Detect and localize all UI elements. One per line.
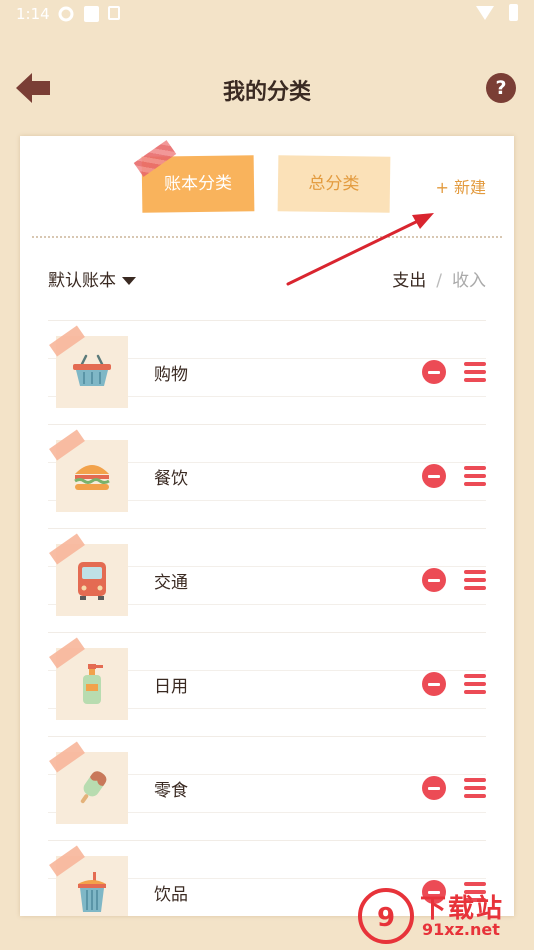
delete-category-button[interactable] <box>422 672 446 696</box>
status-bar: 1:14 <box>0 0 534 30</box>
toggle-separator: / <box>436 271 442 291</box>
watermark-domain: 91xz.net <box>422 920 500 939</box>
delete-category-button[interactable] <box>422 568 446 592</box>
bus-icon <box>78 562 106 600</box>
list-item: 日用 <box>48 632 486 736</box>
category-card: 账本分类 总分类 + 新建 默认账本 支出 / 收入 购物 餐饮 交通 日用 零… <box>20 136 514 916</box>
category-name: 日用 <box>154 677 188 697</box>
category-name: 购物 <box>154 365 188 385</box>
popsicle-icon <box>80 771 107 804</box>
drag-handle-icon[interactable] <box>464 570 486 590</box>
battery-icon <box>509 4 518 21</box>
burger-icon <box>74 465 110 490</box>
divider <box>32 236 502 238</box>
type-toggle: 支出 / 收入 <box>392 266 486 291</box>
list-item: 餐饮 <box>48 424 486 528</box>
svg-text:9: 9 <box>377 903 395 933</box>
drag-handle-icon[interactable] <box>464 778 486 798</box>
drag-handle-icon[interactable] <box>464 674 486 694</box>
category-name: 零食 <box>154 781 188 801</box>
tab-all-categories[interactable]: 总分类 <box>277 155 391 213</box>
category-name: 交通 <box>154 573 188 593</box>
list-item: 购物 <box>48 320 486 424</box>
caret-down-icon <box>122 277 136 285</box>
watermark-logo-icon: 9 <box>358 888 414 944</box>
delete-category-button[interactable] <box>422 464 446 488</box>
soap-bottle-icon <box>83 664 103 704</box>
app-status-icon <box>108 6 120 20</box>
drag-handle-icon[interactable] <box>464 466 486 486</box>
expense-toggle[interactable]: 支出 <box>392 271 426 291</box>
new-category-button[interactable]: + 新建 <box>436 174 487 198</box>
notification-status-icon <box>84 6 99 22</box>
page-title: 我的分类 <box>222 80 311 105</box>
category-name: 餐饮 <box>154 469 188 489</box>
help-button[interactable]: ? <box>486 73 516 103</box>
status-time: 1:14 <box>16 5 50 23</box>
delete-category-button[interactable] <box>422 776 446 800</box>
delete-category-button[interactable] <box>422 360 446 384</box>
category-name: 饮品 <box>154 885 188 905</box>
income-toggle[interactable]: 收入 <box>452 271 486 291</box>
settings-status-icon <box>58 6 74 22</box>
book-selector[interactable]: 默认账本 <box>48 266 136 291</box>
app-header: 我的分类 ? <box>0 60 534 120</box>
watermark: 9 下载站 91xz.net <box>358 888 528 944</box>
shopping-basket-icon <box>73 354 111 386</box>
list-item: 零食 <box>48 736 486 840</box>
book-selector-label: 默认账本 <box>48 271 116 291</box>
wifi-icon <box>476 6 494 20</box>
list-item: 交通 <box>48 528 486 632</box>
drag-handle-icon[interactable] <box>464 362 486 382</box>
drink-cup-icon <box>78 872 106 912</box>
